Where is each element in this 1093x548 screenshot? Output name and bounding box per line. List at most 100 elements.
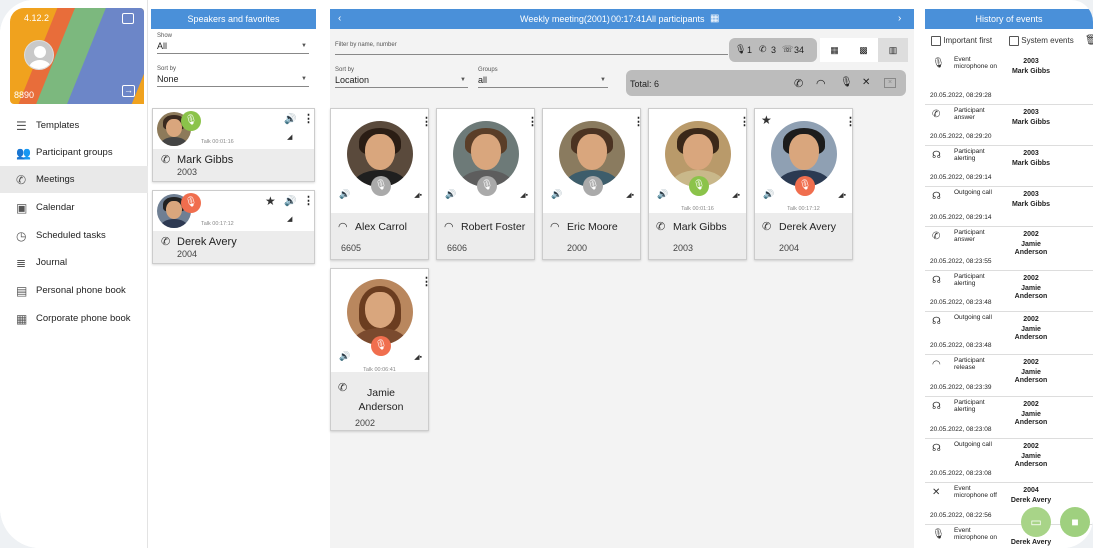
nav-item-calendar[interactable]: ▣ Calendar [0,194,148,221]
event-participant-name: Mark Gibbs [1011,201,1051,208]
more-options-icon[interactable]: ⋮ [739,115,750,128]
participant-card[interactable]: 🎙 ⋮ 🔊 ◢▪ Talk 00:06:41 ✆ Jamie Anderson … [330,268,432,431]
speaker-icon[interactable]: 🔊 [284,196,296,207]
star-icon[interactable]: ★ [761,113,772,127]
mic-off-icon[interactable]: 🎙 [371,336,391,356]
video-off-icon[interactable]: × [884,78,896,88]
event-type: Participant alerting [954,399,985,413]
show-select[interactable]: Show All ▼ [157,33,309,54]
layout-medium-grid-icon[interactable]: ▩ [849,38,878,62]
call-all-icon[interactable]: ✆ [794,77,803,90]
mic-off-icon[interactable]: 🎙 [181,193,201,213]
user-extension: 8890 [14,90,35,100]
history-event[interactable]: 🎙 Event microphone on 20.05.2022, 08:29:28… [925,54,1093,105]
speaker-icon[interactable]: 🔊 [763,189,774,200]
speaker-icon[interactable]: 🔊 [339,351,350,362]
chevron-right-icon[interactable]: › [898,13,901,24]
event-type: Event microphone on [954,56,997,70]
mic-off-icon[interactable]: 🎙 [583,176,603,196]
mute-all-icon[interactable]: ✕ [862,77,870,88]
speaker-name: Mark Gibbs [177,154,234,166]
groups-select[interactable]: Groups all ▼ [478,67,608,88]
nav-item-personal-phone-book[interactable]: ▤ Personal phone book [0,277,148,304]
history-event[interactable]: ✆ Participant answer 20.05.2022, 08:23:55 2… [925,227,1093,271]
phone-icon: ✆ [932,109,941,120]
mic-off-icon[interactable]: 🎙 [795,176,815,196]
history-event[interactable]: ☊ Participant alerting 20.05.2022, 08:23:0… [925,397,1093,439]
speaker-card[interactable]: 🎙 🔊 ⋮ ◢ Talk 00:01:16 ✆ Mark Gibbs 2003 [152,108,315,182]
history-event[interactable]: ☊ Participant alerting 20.05.2022, 08:23:4… [925,271,1093,312]
more-options-icon[interactable]: ⋮ [845,115,856,128]
speaker-icon[interactable]: 🔊 [284,114,296,125]
more-options-icon[interactable]: ⋮ [421,275,432,288]
video-off-button[interactable]: ▭ [1021,507,1051,537]
history-event[interactable]: ☊ Outgoing call 20.05.2022, 08:23:08 2002 Ja… [925,439,1093,483]
history-title: History of events [925,9,1093,29]
logout-icon[interactable]: → [122,85,135,97]
history-event[interactable]: ✆ Participant answer 20.05.2022, 08:29:20 2… [925,105,1093,146]
mic-off-icon[interactable]: 🎙 [477,176,497,196]
star-icon[interactable]: ★ [265,194,276,208]
trash-icon[interactable]: 🗑 [1085,35,1093,46]
history-event[interactable]: ☊ Participant alerting 20.05.2022, 08:29:1… [925,146,1093,187]
chevron-left-icon[interactable]: ‹ [338,13,341,24]
participant-card[interactable]: 🎙 ⋮ 🔊 ◢▪ ◠ Alex Carrol 6605 [330,108,432,260]
show-label: Show [157,33,173,39]
system-events-label: System events [1021,36,1074,46]
history-event[interactable]: ◠ Participant release 20.05.2022, 08:23:39… [925,355,1093,397]
nav-item-meetings[interactable]: ✆ Meetings [0,166,148,193]
speakers-panel-title: Speakers and favorites [151,9,316,29]
more-options-icon[interactable]: ⋮ [303,112,314,125]
nav-item-label: Templates [36,120,80,131]
phone-icon: ✆ [762,221,772,233]
fullscreen-icon[interactable] [122,13,134,24]
nav-item-scheduled-tasks[interactable]: ◷ Scheduled tasks [0,222,148,249]
participant-card[interactable]: ★ 🎙 ⋮ 🔊 ◢▪ Talk 00:17:12 ✆ Derek Avery 2… [754,108,856,260]
participant-name: Alex Carrol [355,221,407,233]
layout-large-grid-icon[interactable]: ▥ [878,38,908,62]
speaker-card[interactable]: 🎙 ★ 🔊 ⋮ ◢ Talk 00:17:12 ✆ Derek Avery 20… [152,190,315,264]
mic-on-icon[interactable]: 🎙 [181,111,201,131]
event-participant-name: Mark Gibbs [1011,119,1051,126]
mic-off-icon[interactable]: 🎙 [371,176,391,196]
speaker-icon[interactable]: 🔊 [445,189,456,200]
nav-item-label: Meetings [36,174,75,185]
participant-number: 2000 [567,243,588,253]
nav-item-participant-groups[interactable]: 👥 Participant groups [0,139,148,166]
grid-view-icon[interactable]: ▦ [710,13,719,24]
important-first-checkbox[interactable]: Important first [931,36,992,46]
unmute-all-icon[interactable]: 🎙 [840,77,853,88]
system-events-checkbox[interactable]: System events [1009,36,1074,46]
history-event[interactable]: ☊ Outgoing call 20.05.2022, 08:29:14 2003 Ma… [925,187,1093,227]
event-participant-name: Derek Avery [1010,539,1052,546]
event-date: 20.05.2022, 08:23:55 [930,258,992,265]
mic-on-icon[interactable]: 🎙 [689,176,709,196]
call-count: 3 [771,45,777,55]
filter-input[interactable]: Filter by name, number [335,33,728,55]
participant-card[interactable]: 🎙 ⋮ 🔊 ◢▪ ◠ Robert Foster 6606 [436,108,538,260]
chevron-down-icon: ▼ [460,77,466,83]
more-options-icon[interactable]: ⋮ [303,194,314,207]
nav-item-corporate-phone-book[interactable]: ▦ Corporate phone book [0,305,148,332]
signal-icon: ◢▪ [414,192,422,199]
layout-small-grid-icon[interactable]: ▦ [820,38,849,62]
phone-icon: ✆ [161,236,171,248]
nav-item-templates[interactable]: ☰ Templates [0,112,148,139]
history-event[interactable]: ☊ Outgoing call 20.05.2022, 08:23:48 2002 Ja… [925,312,1093,355]
avatar[interactable] [24,40,54,70]
speaker-icon[interactable]: 🔊 [339,189,350,200]
sort-select[interactable]: Sort by None ▼ [157,66,309,87]
nav-item-journal[interactable]: ≣ Journal [0,249,148,276]
more-options-icon[interactable]: ⋮ [421,115,432,128]
speaker-icon[interactable]: 🔊 [657,189,668,200]
event-number: 2002 [1023,275,1039,282]
more-options-icon[interactable]: ⋮ [527,115,538,128]
sort-by-select[interactable]: Sort by Location ▼ [335,67,468,88]
participant-card[interactable]: 🎙 ⋮ 🔊 ◢▪ Talk 00:01:16 ✆ Mark Gibbs 2003 [648,108,750,260]
hangup-all-icon[interactable]: ◠ [816,77,826,90]
stop-button[interactable]: ■ [1060,507,1090,537]
speaker-icon[interactable]: 🔊 [551,189,562,200]
more-options-icon[interactable]: ⋮ [633,115,644,128]
talk-time: Talk 00:01:16 [681,206,714,212]
participant-card[interactable]: 🎙 ⋮ 🔊 ◢▪ ◠ Eric Moore 2000 [542,108,644,260]
